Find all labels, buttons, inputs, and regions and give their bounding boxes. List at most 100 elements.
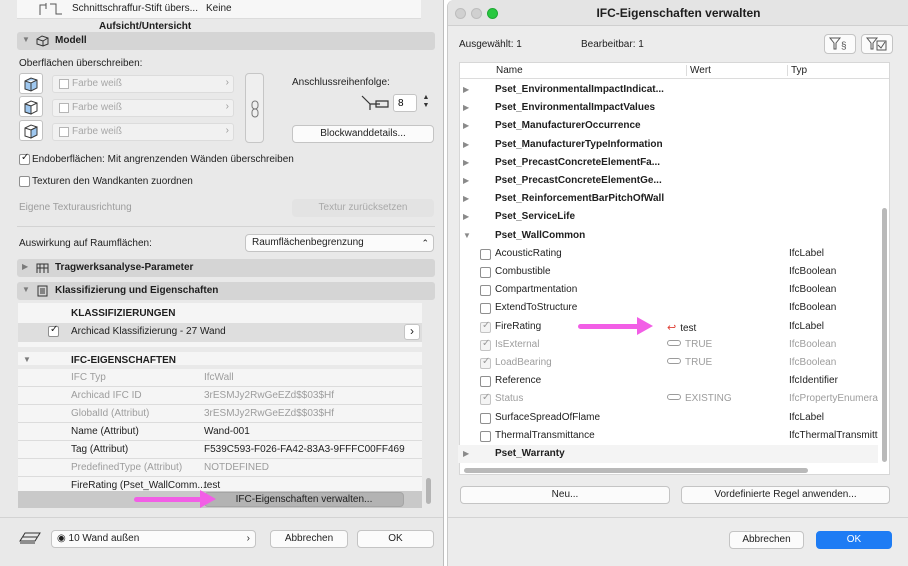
pset-row[interactable]: ▶ Pset_Warranty — [458, 445, 878, 463]
classification-row[interactable]: Archicad Klassifizierung - 27 Wand › — [18, 323, 422, 342]
property-value[interactable]: TRUE — [667, 357, 712, 368]
cancel-button[interactable]: Abbrechen — [270, 530, 348, 548]
section-classification[interactable]: ▼ Klassifizierung und Eigenschaften — [17, 282, 435, 300]
property-checkbox[interactable] — [480, 249, 491, 260]
property-checkbox[interactable] — [480, 338, 491, 351]
chevron-right-icon[interactable]: › — [404, 324, 420, 340]
property-row[interactable]: ThermalTransmittance IfcThermalTransmitt — [458, 427, 878, 445]
expand-triangle-icon[interactable]: ▶ — [463, 176, 469, 185]
property-checkbox[interactable] — [480, 392, 491, 405]
expand-triangle-icon[interactable]: ▶ — [463, 103, 469, 112]
property-value[interactable]: TRUE — [667, 339, 712, 350]
pen-override-value[interactable]: Keine — [206, 3, 232, 14]
expand-triangle-icon[interactable]: ▶ — [463, 140, 469, 149]
dialog-title: IFC-Eigenschaften verwalten — [596, 6, 761, 20]
property-row[interactable]: Combustible IfcBoolean — [458, 263, 878, 281]
expand-triangle-icon[interactable]: ▶ — [463, 85, 469, 94]
property-type: IfcBoolean — [789, 284, 837, 295]
property-row[interactable]: LoadBearing TRUE IfcBoolean — [458, 354, 878, 372]
property-row[interactable]: Compartmentation IfcBoolean — [458, 281, 878, 299]
ifc-property-row[interactable]: GlobalId (Attribut) 3rESMJy2RwGeEZd$$03$… — [18, 405, 422, 423]
property-row[interactable]: SurfaceSpreadOfFlame IfcLabel — [458, 409, 878, 427]
dialog-ok-button[interactable]: OK — [816, 531, 892, 549]
vertical-scrollbar[interactable] — [426, 478, 431, 504]
undo-arrow-icon[interactable]: ↩ — [667, 322, 676, 334]
pset-row[interactable]: ▶ Pset_ManufacturerTypeInformation — [458, 136, 878, 154]
pset-row[interactable]: ▶ Pset_PrecastConcreteElementGe... — [458, 172, 878, 190]
filter-pset-button[interactable]: § — [824, 34, 856, 54]
expand-triangle-icon[interactable]: ▶ — [463, 121, 469, 130]
property-row[interactable]: IsExternal TRUE IfcBoolean — [458, 336, 878, 354]
column-value[interactable]: Wert — [686, 65, 711, 76]
property-checkbox[interactable] — [480, 285, 491, 296]
expand-triangle-icon[interactable]: ▶ — [463, 194, 469, 203]
column-name[interactable]: Name — [496, 65, 523, 76]
tree-horizontal-scrollbar[interactable] — [464, 468, 808, 473]
surface-override-label: Oberflächen überschreiben: — [19, 58, 143, 69]
property-row[interactable]: Reference IfcIdentifier — [458, 372, 878, 390]
pset-row[interactable]: ▶ Pset_ServiceLife — [458, 208, 878, 226]
surface-override-row[interactable]: Farbe weiß › — [52, 75, 234, 93]
property-value[interactable]: EXISTING — [667, 393, 732, 404]
tree-vertical-scrollbar[interactable] — [882, 208, 887, 462]
property-name: ThermalTransmittance — [495, 430, 595, 441]
eye-icon: ◉ — [57, 533, 66, 544]
collapse-triangle-icon[interactable]: ▼ — [22, 285, 30, 294]
pset-row[interactable]: ▶ Pset_ManufacturerOccurrence — [458, 117, 878, 135]
section-structural[interactable]: ▶ Tragwerksanalyse-Parameter — [17, 259, 435, 277]
property-checkbox[interactable] — [480, 376, 491, 387]
ok-button[interactable]: OK — [357, 530, 434, 548]
surface-override-row[interactable]: Farbe weiß › — [52, 123, 234, 141]
pset-row[interactable]: ▶ Pset_ReinforcementBarPitchOfWall — [458, 190, 878, 208]
filter-checked-button[interactable] — [861, 34, 893, 54]
pset-row[interactable]: ▶ Pset_EnvironmentalImpactIndicat... — [458, 81, 878, 99]
collapse-triangle-icon[interactable]: ▼ — [23, 355, 31, 364]
property-row[interactable]: AcousticRating IfcLabel — [458, 245, 878, 263]
ifc-property-row[interactable]: IFC Typ IfcWall — [18, 369, 422, 387]
ifc-property-row[interactable]: Archicad IFC ID 3rESMJy2RwGeEZd$$03$Hf — [18, 387, 422, 405]
surface-icon-3 — [19, 120, 43, 141]
column-type[interactable]: Typ — [787, 65, 807, 76]
ifc-property-value[interactable]: F539C593-F026-FA42-83A3-9FFFC00FF469 — [204, 444, 405, 455]
layer-value: 10 Wand außen — [68, 533, 140, 544]
pset-row[interactable]: ▶ Pset_PrecastConcreteElementFa... — [458, 154, 878, 172]
section-modell[interactable]: ▼ Modell — [17, 32, 435, 50]
composite-details-button[interactable]: Blockwanddetails... — [292, 125, 434, 143]
property-value[interactable]: ↩ test — [667, 321, 696, 334]
classification-checkbox[interactable] — [48, 324, 59, 337]
property-checkbox[interactable] — [480, 303, 491, 314]
property-checkbox[interactable] — [480, 320, 491, 333]
texture-reset-button[interactable]: Textur zurücksetzen — [292, 199, 434, 217]
ifc-property-value[interactable]: Wand-001 — [204, 426, 250, 437]
ifc-property-row[interactable]: Name (Attribut) Wand-001 — [18, 423, 422, 441]
expand-triangle-icon[interactable]: ▶ — [463, 212, 469, 221]
property-row[interactable]: FireRating↩testIfcLabel — [458, 318, 878, 336]
ifc-property-row[interactable]: PredefinedType (Attribut) NOTDEFINED — [18, 459, 422, 477]
property-row[interactable]: Status EXISTING IfcPropertyEnumera — [458, 390, 878, 408]
manage-ifc-properties-button[interactable]: IFC-Eigenschaften verwalten... — [204, 492, 404, 507]
property-checkbox[interactable] — [480, 356, 491, 369]
layer-dropdown[interactable]: ◉ 10 Wand außen › — [51, 530, 256, 548]
property-checkbox[interactable] — [480, 413, 491, 424]
connection-order-input[interactable] — [393, 94, 417, 112]
ifc-property-row[interactable]: Tag (Attribut) F539C593-F026-FA42-83A3-9… — [18, 441, 422, 459]
connection-order-stepper[interactable]: ▲ ▼ — [420, 94, 432, 112]
end-surfaces-checkbox[interactable] — [19, 152, 30, 165]
property-checkbox[interactable] — [480, 431, 491, 442]
pset-row[interactable]: ▼ Pset_WallCommon — [458, 227, 878, 245]
collapse-triangle-icon[interactable]: ▼ — [463, 231, 471, 240]
zone-effect-dropdown[interactable]: Raumflächenbegrenzung ⌃ — [245, 234, 434, 252]
textures-checkbox[interactable] — [19, 176, 30, 187]
property-checkbox[interactable] — [480, 267, 491, 278]
apply-predefined-rule-button[interactable]: Vordefinierte Regel anwenden... — [681, 486, 890, 504]
chain-link-button[interactable] — [245, 73, 264, 143]
surface-override-row[interactable]: Farbe weiß › — [52, 99, 234, 117]
expand-triangle-icon[interactable]: ▶ — [463, 449, 469, 458]
new-button[interactable]: Neu... — [460, 486, 670, 504]
collapse-triangle-icon[interactable]: ▼ — [22, 35, 30, 44]
expand-triangle-icon[interactable]: ▶ — [22, 262, 28, 271]
expand-triangle-icon[interactable]: ▶ — [463, 158, 469, 167]
pset-row[interactable]: ▶ Pset_EnvironmentalImpactValues — [458, 99, 878, 117]
property-row[interactable]: ExtendToStructure IfcBoolean — [458, 299, 878, 317]
dialog-cancel-button[interactable]: Abbrechen — [729, 531, 804, 549]
